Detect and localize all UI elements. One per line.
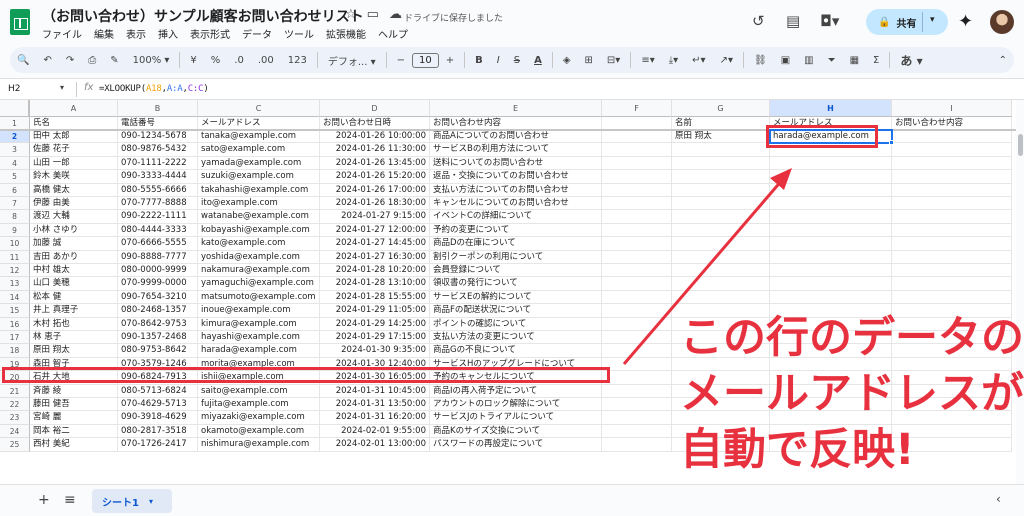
- callout-line-2: メールアドレスが: [680, 369, 1024, 419]
- sheets-app: （お問い合わせ）サンプル顧客お問い合わせリスト ☆ ▭ ☁ ドライブに保存しまし…: [0, 0, 1024, 516]
- callout-line-1: この行のデータの: [680, 313, 1024, 363]
- callout-text: この行のデータの メールアドレスが 自動で反映!: [680, 310, 1024, 478]
- callout-line-3: 自動で反映!: [680, 425, 915, 475]
